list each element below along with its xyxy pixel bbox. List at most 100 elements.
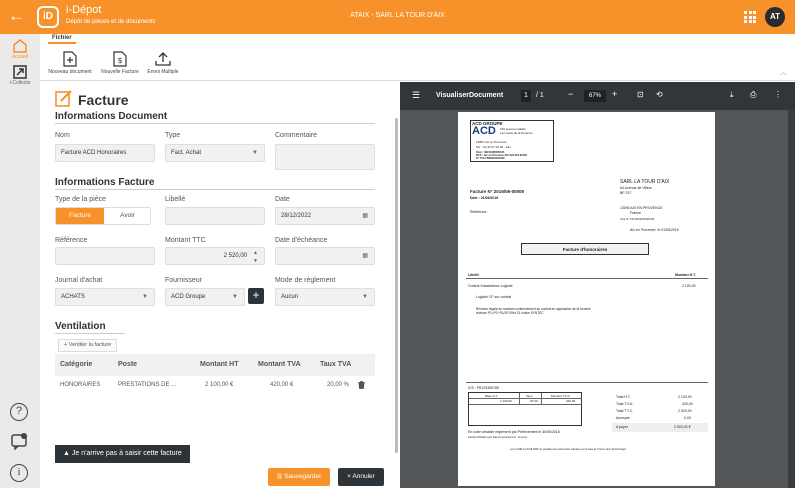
cell-montant-ht: 2 100,00 € — [205, 382, 234, 388]
print-icon[interactable]: ⎙ — [750, 90, 756, 100]
chevron-down-icon: ▼ — [252, 150, 258, 156]
cell-montant-tva: 420,00 € — [270, 382, 294, 388]
mode-label: Mode de règlement — [275, 277, 336, 284]
app-subtitle: Dépôt de pièces et de documents — [66, 19, 156, 25]
echeance-label: Date d'échéance — [275, 237, 328, 244]
cannot-input-button[interactable]: ▲ Je n'arrive pas à saisir cette facture — [55, 445, 190, 463]
new-document-button[interactable]: Nouveau document — [46, 51, 94, 75]
montant-input[interactable]: 2 520,00 ▲ ▼ — [165, 247, 265, 265]
section-facture-title: Informations Facture — [55, 177, 375, 190]
doc-client-tva: Intra N° TVA FR09225466799 — [620, 218, 655, 221]
tab-fichier[interactable]: Fichier — [48, 35, 76, 44]
home-icon — [13, 39, 27, 53]
help-icon[interactable]: ? — [10, 403, 28, 421]
user-avatar[interactable]: AT — [765, 7, 785, 27]
doc-tva-no: N° TVA FR09391524662 — [476, 157, 505, 160]
add-supplier-button[interactable]: + — [248, 288, 264, 304]
new-invoice-button[interactable]: $ Nouvelle Facture — [96, 51, 144, 75]
collapse-ribbon-icon[interactable]: ︿ — [780, 67, 787, 77]
calendar-icon[interactable]: ▦ — [362, 208, 368, 224]
section-document-title: Informations Document — [55, 111, 375, 124]
pdf-toolbar: ☰ VisualiserDocument 1 / 1 − 67% + ⊡ ⟲ ⤓… — [400, 82, 795, 110]
toggle-facture[interactable]: Facture — [56, 208, 104, 224]
doc-tva-h-taux: Taux — [526, 394, 533, 398]
chevron-down-icon: ▼ — [362, 294, 368, 300]
fournisseur-value: ACD Groupe — [171, 294, 206, 300]
doc-col-montant: Montant H.T. — [675, 273, 696, 277]
zoom-out-icon[interactable]: − — [568, 89, 573, 99]
libelle-input[interactable] — [165, 207, 265, 225]
more-options-icon[interactable]: ⋮ — [774, 90, 782, 99]
doc-tva-h-base: Base H.T. — [485, 394, 499, 398]
menu-icon[interactable]: ☰ — [412, 90, 420, 101]
doc-header-line — [466, 278, 708, 279]
journal-select[interactable]: ACHATS ▼ — [55, 288, 155, 306]
doc-line2: Logiciel CF sur contrat — [476, 295, 512, 299]
commentaire-textarea[interactable] — [275, 144, 375, 170]
sidebar-item-label: Accueil — [11, 54, 29, 60]
ventilation-table-header: Catégorie Poste Montant HT Montant TVA T… — [55, 354, 375, 376]
type-select[interactable]: Fact. Achat ▼ — [165, 144, 265, 162]
doc-logo: ACD — [472, 125, 496, 137]
trash-icon[interactable] — [358, 381, 365, 389]
chevron-down-icon: ▼ — [142, 294, 148, 300]
multiple-send-button[interactable]: Envoi Multiple — [144, 51, 182, 75]
doc-total-ht-value: 2 100,00 — [678, 395, 692, 399]
cell-poste: PRESTATIONS DE ... — [118, 382, 177, 388]
date-label: Date — [275, 196, 290, 203]
nom-field[interactable]: Facture ACD Honoraires — [55, 144, 155, 162]
new-doc-icon — [63, 51, 77, 67]
invoice-icon: $ — [113, 51, 127, 67]
fournisseur-select[interactable]: ACD Groupe ▼ — [165, 288, 245, 306]
reference-input[interactable] — [55, 247, 155, 265]
type-piece-toggle: Facture Avoir — [55, 207, 151, 225]
zoom-input[interactable]: 67% — [584, 90, 606, 102]
doc-invoice-no: Facture N° 2016/06-00000 — [470, 189, 525, 194]
toggle-avoir[interactable]: Avoir — [104, 208, 150, 224]
save-label: Sauvegarder — [284, 473, 322, 480]
reference-label: Référence — [55, 237, 88, 244]
doc-place-date: Aix en Provence, le 01/06/2016 — [630, 228, 679, 232]
mode-select[interactable]: Aucun ▼ — [275, 288, 375, 306]
cancel-button[interactable]: × Annuler — [338, 468, 384, 486]
page-total: / 1 — [536, 92, 544, 99]
date-value: 28/12/2022 — [281, 213, 312, 219]
montant-value: 2 520,00 — [223, 253, 247, 259]
doc-total-ttc-value: 2 520,00 — [678, 409, 692, 413]
doc-tva-divider — [541, 393, 542, 404]
fit-page-icon[interactable]: ⊡ — [637, 90, 644, 99]
rotate-icon[interactable]: ⟲ — [656, 90, 663, 99]
stepper-icon[interactable]: ▲ ▼ — [253, 249, 258, 265]
download-icon[interactable]: ⤓ — [730, 90, 734, 100]
echeance-input[interactable]: ▦ — [275, 247, 375, 265]
doc-total-ht-label: Total H.T. — [616, 395, 631, 399]
th-poste: Poste — [118, 361, 138, 368]
new-invoice-label: Nouvelle Facture — [101, 69, 139, 75]
pdf-page: ACD GROUPE ACD 165 avenue Galilée Les ha… — [458, 112, 715, 486]
form-scrollbar[interactable] — [395, 118, 398, 453]
apps-grid-icon[interactable] — [744, 11, 756, 23]
page-number-input[interactable]: 1 — [521, 90, 531, 102]
viewer-scrollbar[interactable] — [788, 110, 795, 488]
invoice-form: Facture Informations Document Nom Factur… — [40, 81, 392, 488]
commentaire-label: Commentaire — [275, 132, 318, 139]
calendar-icon[interactable]: ▦ — [362, 248, 368, 264]
th-montant-ht: Montant HT — [200, 361, 239, 368]
doc-legal-note: La Loi LME du 04.08.2008, les pénalités … — [510, 448, 626, 451]
doc-title-box: Facture d'honoraires — [521, 243, 649, 255]
multiple-send-label: Envoi Multiple — [147, 69, 179, 75]
chat-icon[interactable] — [10, 432, 28, 450]
doc-addr2: Les hauts de la Duranne — [500, 131, 533, 135]
sidebar-item-accueil[interactable]: Accueil — [3, 38, 37, 60]
new-document-label: Nouveau document — [48, 69, 92, 75]
date-input[interactable]: 28/12/2022 ▦ — [275, 207, 375, 225]
svg-text:$: $ — [117, 56, 122, 65]
sidebar-item-icollecte[interactable]: i-Collecte — [3, 65, 37, 86]
doc-client-country: France — [630, 211, 641, 215]
doc-reference: Référence : — [470, 210, 489, 214]
ventiler-button[interactable]: + Ventiler la facture — [58, 339, 118, 352]
left-sidebar: Accueil i-Collecte ? i — [0, 34, 40, 488]
zoom-in-icon[interactable]: + — [612, 89, 617, 99]
info-icon[interactable]: i — [10, 464, 28, 482]
save-button[interactable]: 🖫 Sauvegarder — [268, 468, 330, 486]
